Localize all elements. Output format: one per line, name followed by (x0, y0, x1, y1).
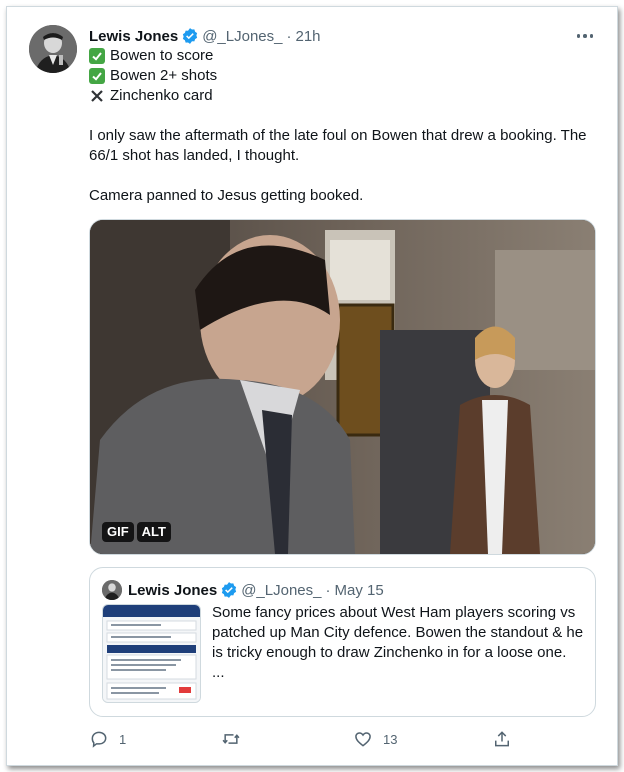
like-icon (355, 732, 371, 747)
check-mark-icon (89, 68, 105, 84)
verified-badge-icon (222, 582, 237, 598)
gif-media[interactable]: GIF ALT (89, 219, 596, 555)
share-icon (495, 731, 509, 747)
like-count: 13 (383, 731, 398, 747)
quoted-author-avatar (102, 580, 122, 600)
tweet-action-bar: 1 13 (89, 725, 529, 753)
quoted-author-name: Lewis Jones (128, 581, 218, 599)
reply-icon (91, 731, 107, 748)
more-icon[interactable] (573, 25, 597, 47)
like-button[interactable]: 13 (353, 725, 397, 753)
alt-badge[interactable]: ALT (136, 522, 171, 542)
tweet-paragraph: I only saw the aftermath of the late fou… (89, 127, 587, 164)
retweet-button[interactable] (221, 725, 251, 753)
cross-mark-icon (89, 88, 105, 104)
check-mark-icon (89, 48, 105, 64)
quoted-tweet-header: Lewis Jones @_LJones_ · May 15 (102, 580, 384, 600)
separator-dot: · (286, 27, 292, 45)
author-name[interactable]: Lewis Jones (89, 28, 178, 45)
separator-dot: · (325, 581, 331, 599)
list-item-text: Zinchenko card (110, 87, 213, 104)
verified-badge-icon (183, 28, 198, 44)
share-button[interactable] (492, 725, 512, 753)
retweet-icon (222, 734, 240, 744)
tweet-paragraph: Camera panned to Jesus getting booked. (89, 187, 364, 204)
quoted-author-handle: @_LJones_ (241, 581, 322, 599)
list-item: Bowen to score (89, 46, 599, 66)
reply-count: 1 (119, 731, 127, 747)
gif-frame-image (90, 220, 595, 554)
reply-button[interactable]: 1 (89, 725, 126, 753)
quoted-tweet-ellipsis: ... (212, 664, 225, 681)
list-item: Zinchenko card (89, 86, 599, 106)
tweet-card: Lewis Jones @_LJones_ · 21h Bowen to sco… (6, 6, 618, 766)
quoted-tweet-thumbnail (102, 604, 201, 703)
quoted-tweet-body: Some fancy prices about West Ham players… (212, 604, 584, 661)
tweet-time[interactable]: 21h (295, 28, 320, 45)
quoted-tweet[interactable]: Lewis Jones @_LJones_ · May 15 Some fanc… (89, 567, 596, 717)
quoted-tweet-text: Some fancy prices about West Ham players… (212, 603, 584, 683)
media-badges: GIF ALT (102, 522, 171, 542)
author-avatar[interactable] (29, 25, 77, 73)
gif-badge: GIF (102, 522, 134, 542)
list-item-text: Bowen to score (110, 47, 214, 64)
author-handle[interactable]: @_LJones_ (202, 28, 282, 45)
tweet-text: Bowen to score Bowen 2+ shots Zinchenko … (89, 46, 599, 206)
list-item-text: Bowen 2+ shots (110, 67, 218, 84)
quoted-tweet-date: May 15 (334, 581, 384, 599)
list-item: Bowen 2+ shots (89, 66, 599, 86)
tweet-header: Lewis Jones @_LJones_ · 21h (89, 25, 597, 47)
